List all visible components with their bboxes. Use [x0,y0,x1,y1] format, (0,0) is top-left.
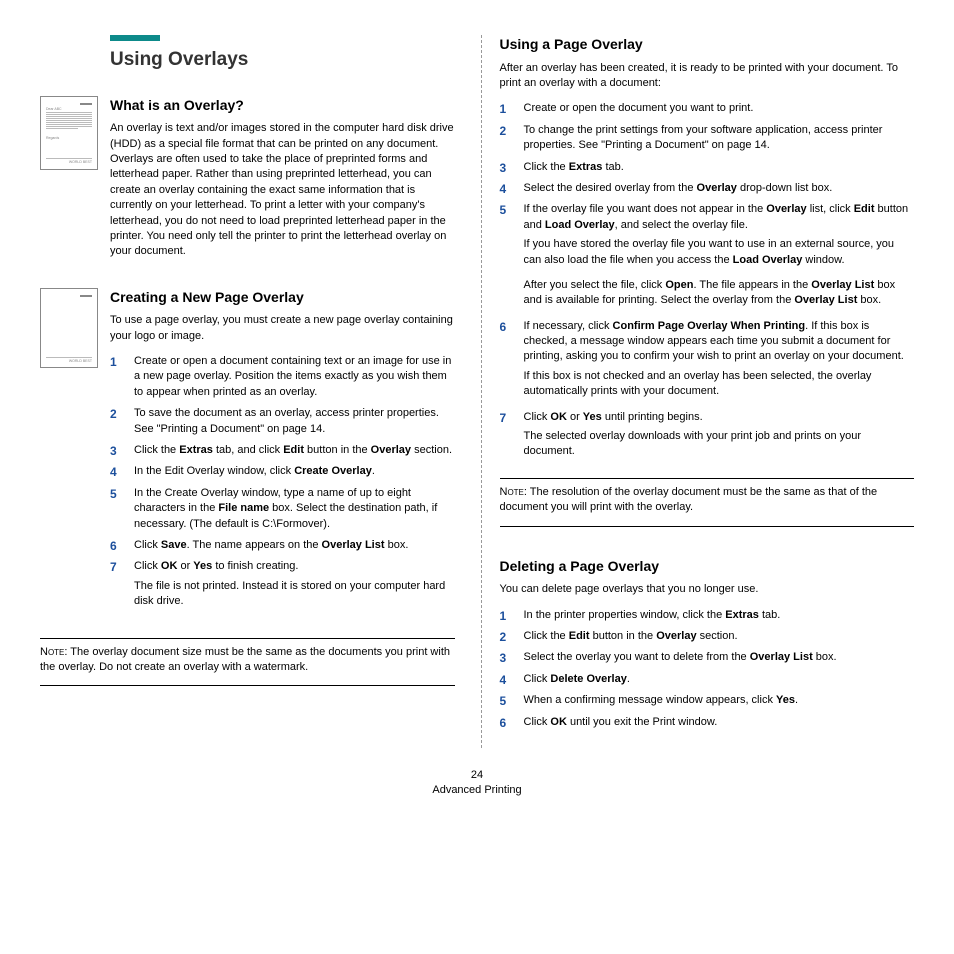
section-creating-overlay: WORLD BEST Creating a New Page Overlay T… [40,288,455,620]
step: Click the Extras tab. [500,160,915,175]
intro-creating-overlay: To use a page overlay, you must create a… [110,313,455,344]
step: Click OK or Yes to finish creating. The … [110,559,455,609]
step: Select the desired overlay from the Over… [500,181,915,196]
steps-using-overlay: Create or open the document you want to … [500,101,915,459]
step: Click Delete Overlay. [500,672,915,687]
page-title: Using Overlays [110,47,455,74]
right-column: Using a Page Overlay After an overlay ha… [500,35,915,748]
step: In the Create Overlay window, type a nam… [110,486,455,532]
footer-section-name: Advanced Printing [0,783,954,798]
column-divider [481,35,482,748]
section-what-is-overlay: Dear ABC Regards WORLD BEST What is an O… [40,96,455,270]
step: Select the overlay you want to delete fr… [500,650,915,665]
step: Click the Edit button in the Overlay sec… [500,629,915,644]
note-block: Note: The overlay document size must be … [40,638,455,687]
left-column: Using Overlays Dear ABC Regards WORLD BE… [40,35,455,748]
step: If the overlay file you want does not ap… [500,202,915,308]
step: Click OK or Yes until printing begins. T… [500,410,915,460]
step-sub: The selected overlay downloads with your… [524,429,915,460]
heading-what-is-overlay: What is an Overlay? [110,96,455,116]
step: If necessary, click Confirm Page Overlay… [500,319,915,400]
title-accent-bar [110,35,160,41]
intro-deleting-overlay: You can delete page overlays that you no… [500,582,915,597]
heading-using-overlay: Using a Page Overlay [500,35,915,55]
step-sub: After you select the file, click Open. T… [524,278,915,309]
step-sub: If you have stored the overlay file you … [524,237,915,268]
heading-deleting-overlay: Deleting a Page Overlay [500,557,915,577]
step-sub: If this box is not checked and an overla… [524,369,915,400]
step: When a confirming message window appears… [500,693,915,708]
section-deleting-overlay: Deleting a Page Overlay You can delete p… [500,557,915,730]
note-text: Note: The overlay document size must be … [40,645,455,676]
heading-creating-overlay: Creating a New Page Overlay [110,288,455,308]
step: In the Edit Overlay window, click Create… [110,464,455,479]
step: Click Save. The name appears on the Over… [110,538,455,553]
step: To change the print settings from your s… [500,123,915,154]
note-text: Note: The resolution of the overlay docu… [500,485,915,516]
step: Click OK until you exit the Print window… [500,715,915,730]
steps-deleting-overlay: In the printer properties window, click … [500,608,915,730]
step: Create or open the document you want to … [500,101,915,116]
page-number: 24 [0,768,954,783]
overlay-illustration-icon: Dear ABC Regards WORLD BEST [40,96,98,170]
page-footer: 24 Advanced Printing [0,768,954,819]
step-sub: The file is not printed. Instead it is s… [134,579,455,610]
steps-creating-overlay: Create or open a document containing tex… [110,354,455,609]
step: To save the document as an overlay, acce… [110,406,455,437]
page-content: Using Overlays Dear ABC Regards WORLD BE… [0,0,954,768]
blank-page-illustration-icon: WORLD BEST [40,288,98,368]
step: In the printer properties window, click … [500,608,915,623]
section-using-overlay: Using a Page Overlay After an overlay ha… [500,35,915,460]
intro-using-overlay: After an overlay has been created, it is… [500,61,915,92]
step: Click the Extras tab, and click Edit but… [110,443,455,458]
step: Create or open a document containing tex… [110,354,455,400]
body-what-is-overlay: An overlay is text and/or images stored … [110,121,455,260]
note-block: Note: The resolution of the overlay docu… [500,478,915,527]
